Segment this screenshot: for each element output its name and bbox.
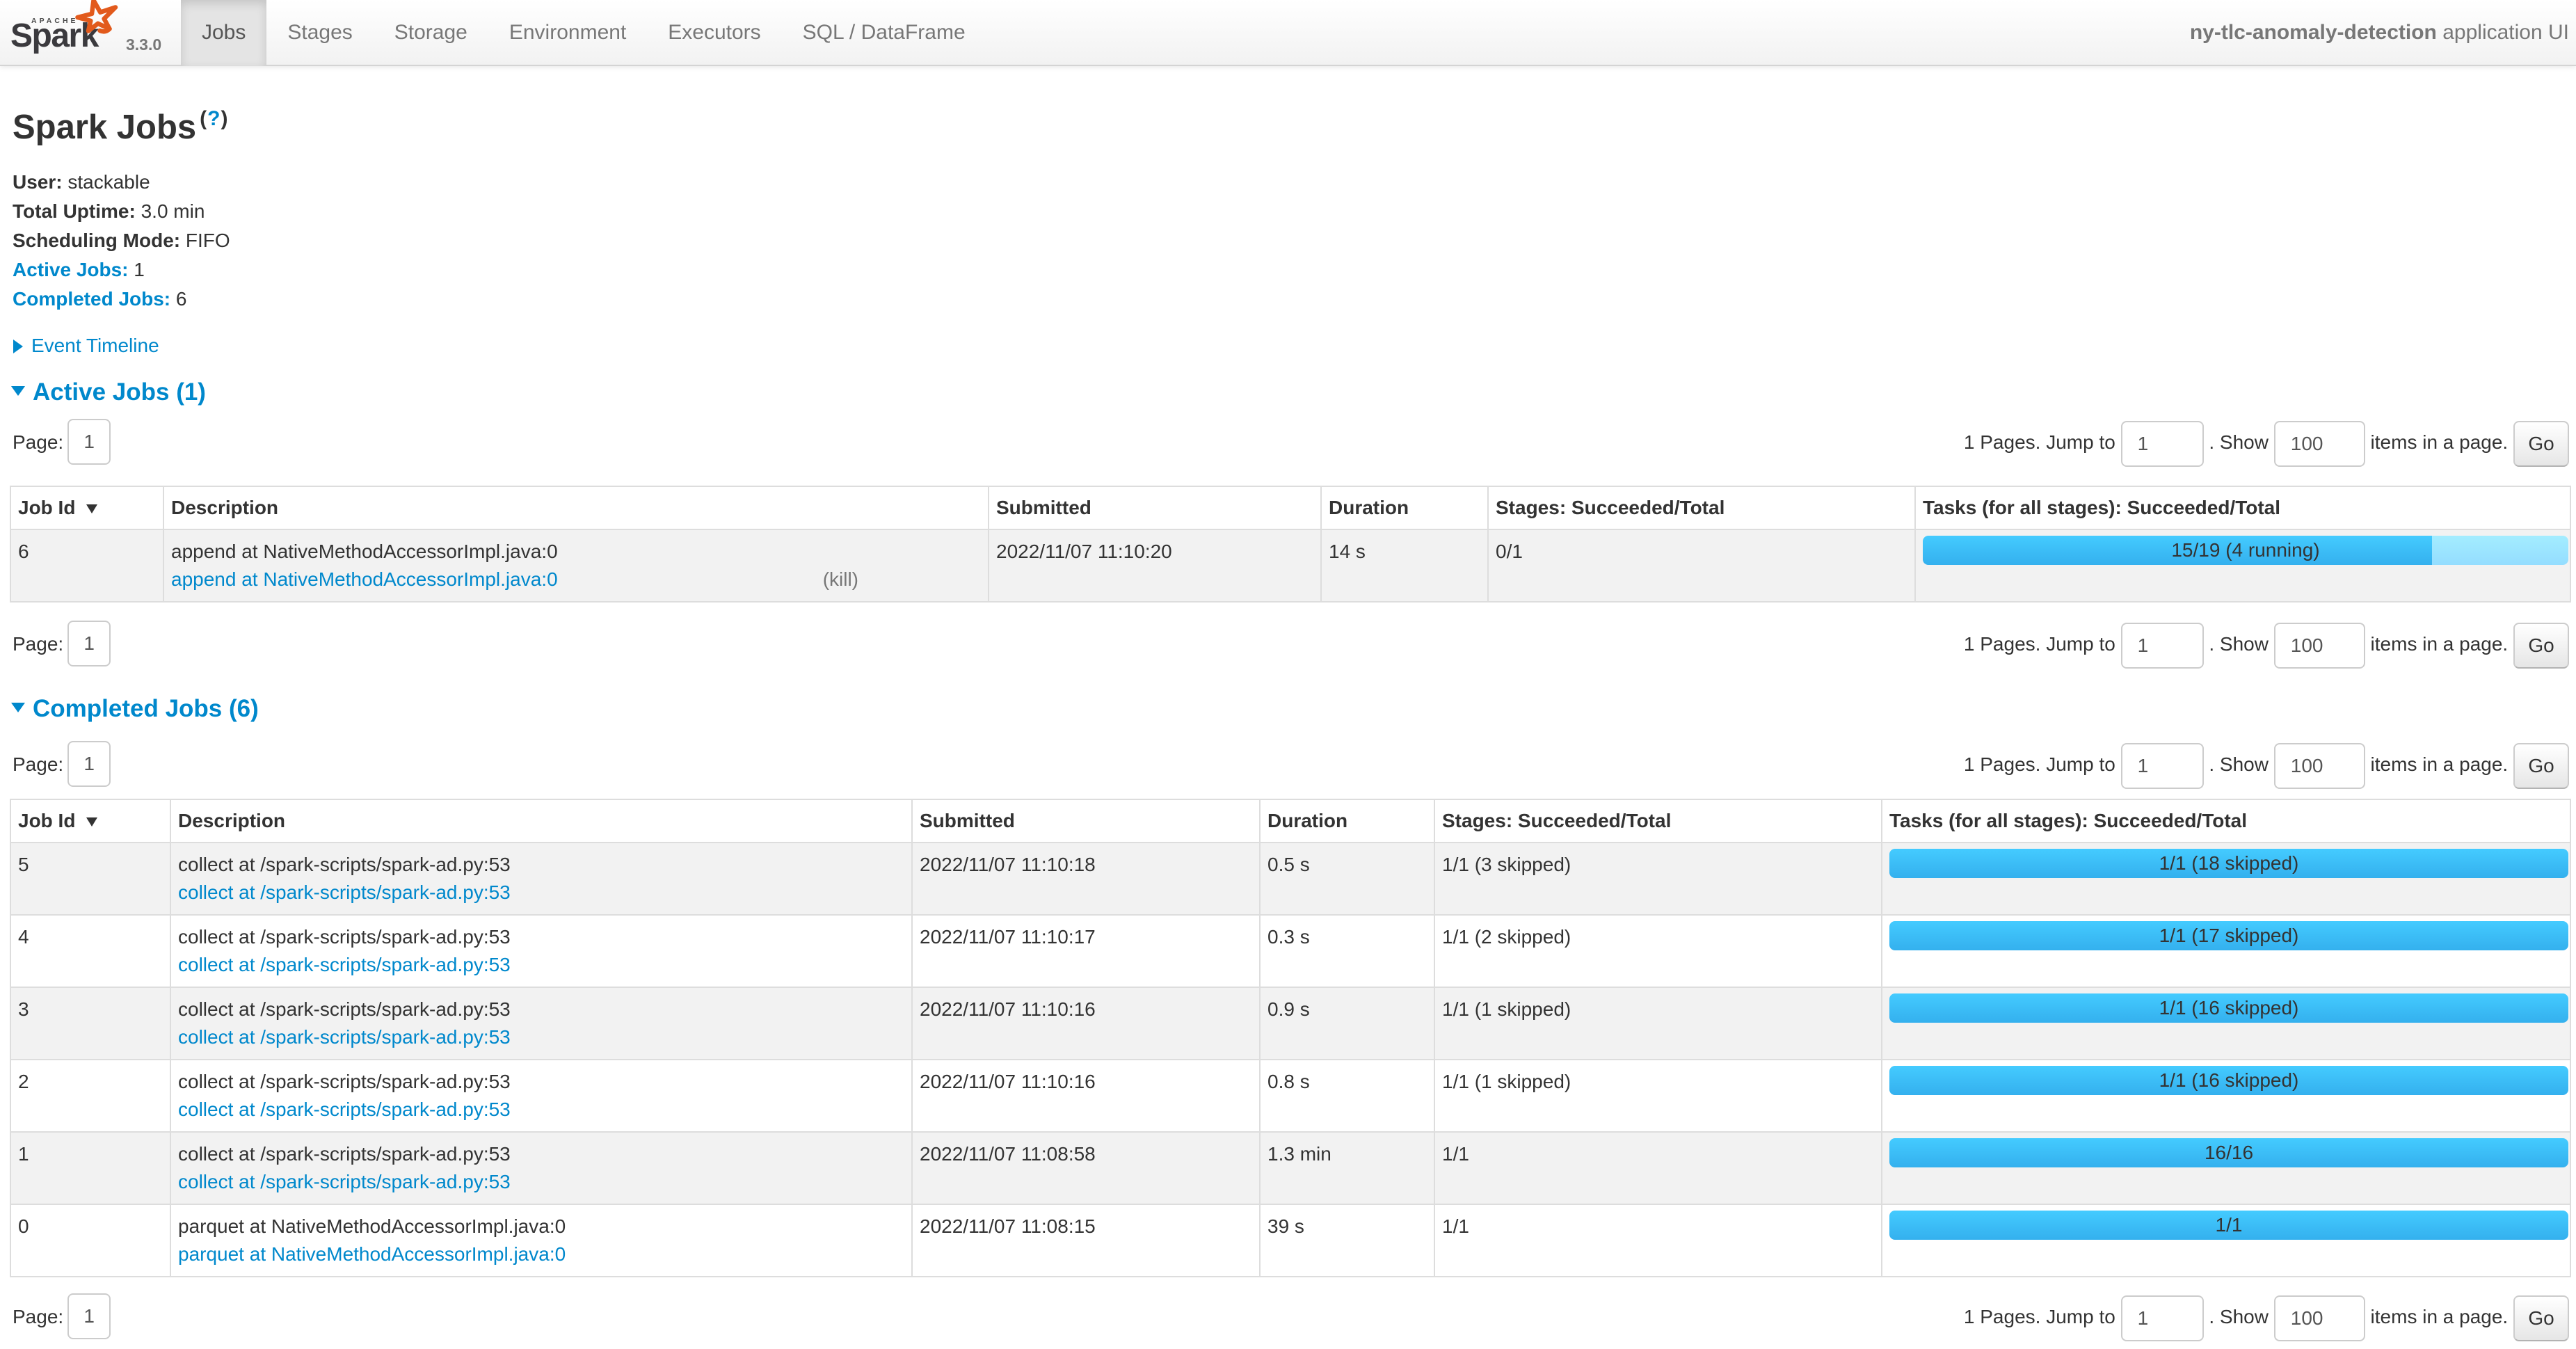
svg-text:Spark: Spark [10,17,99,54]
